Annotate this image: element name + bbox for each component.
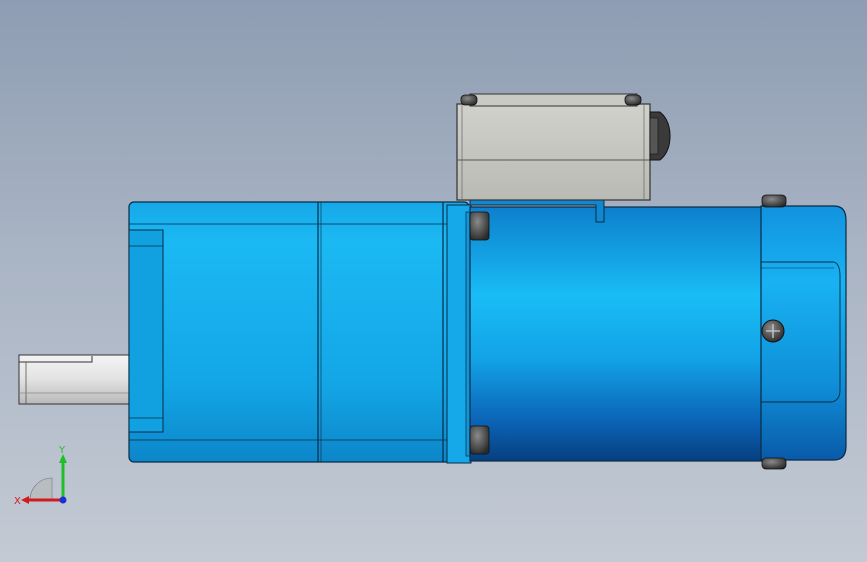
terminal-box — [456, 93, 671, 223]
rear-end-cap — [760, 194, 847, 470]
x-axis-arrowhead — [21, 496, 29, 504]
y-axis-label: Y — [58, 445, 66, 456]
x-axis-label: X — [14, 496, 21, 507]
motor-body — [469, 206, 765, 462]
output-shaft — [18, 354, 132, 405]
gearbox-housing — [128, 201, 473, 464]
triad-quarter-disc — [29, 477, 53, 501]
orientation-triad[interactable]: Y X — [10, 436, 80, 512]
z-axis-dot — [59, 496, 67, 504]
3d-viewport[interactable]: Y X — [0, 0, 867, 562]
geared-motor-model[interactable] — [0, 0, 867, 562]
